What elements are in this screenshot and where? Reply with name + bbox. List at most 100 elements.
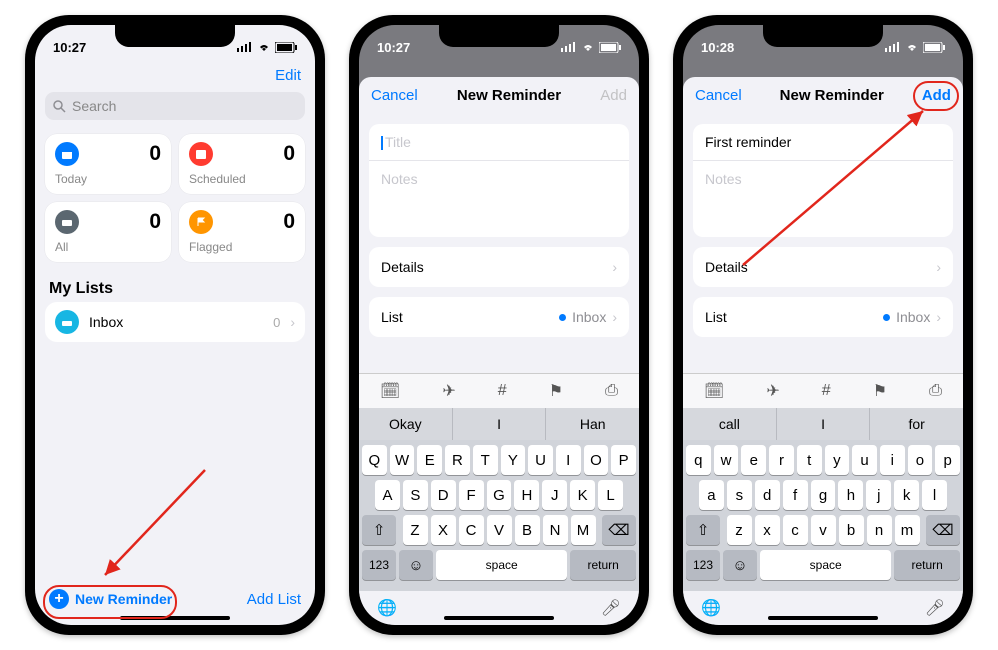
key-w[interactable]: W	[390, 445, 415, 475]
suggestion-3[interactable]: Han	[546, 408, 639, 440]
key-c[interactable]: C	[459, 515, 484, 545]
key-i[interactable]: I	[556, 445, 581, 475]
home-indicator[interactable]	[120, 616, 230, 620]
key-b[interactable]: b	[839, 515, 864, 545]
key-h[interactable]: H	[514, 480, 539, 510]
key-v[interactable]: V	[487, 515, 512, 545]
key-s[interactable]: s	[727, 480, 752, 510]
new-reminder-button[interactable]: + New Reminder	[49, 589, 172, 609]
key-v[interactable]: v	[811, 515, 836, 545]
key-a[interactable]: A	[375, 480, 400, 510]
key-j[interactable]: J	[542, 480, 567, 510]
key-l[interactable]: L	[598, 480, 623, 510]
suggestion-3[interactable]: for	[870, 408, 963, 440]
flag-tool-icon[interactable]: ⚑	[873, 381, 887, 401]
cancel-button[interactable]: Cancel	[371, 87, 418, 104]
title-field[interactable]: First reminder	[693, 124, 953, 160]
key-x[interactable]: X	[431, 515, 456, 545]
title-field[interactable]: Title	[369, 124, 629, 160]
dictation-key[interactable]: 🎤︎	[925, 598, 945, 618]
photo-tool-icon[interactable]: ⎙	[605, 382, 618, 400]
backspace-key[interactable]: ⌫	[602, 515, 636, 545]
emoji-key[interactable]: ☺	[399, 550, 433, 580]
key-k[interactable]: K	[570, 480, 595, 510]
key-t[interactable]: t	[797, 445, 822, 475]
key-o[interactable]: o	[908, 445, 933, 475]
key-w[interactable]: w	[714, 445, 739, 475]
space-key[interactable]: space	[436, 550, 567, 580]
calendar-tool-icon[interactable]: 🗓︎	[704, 381, 724, 401]
dictation-key[interactable]: 🎤︎	[601, 598, 621, 618]
scheduled-card[interactable]: 0 Scheduled	[179, 134, 305, 194]
numbers-key[interactable]: 123	[686, 550, 720, 580]
key-x[interactable]: x	[755, 515, 780, 545]
key-l[interactable]: l	[922, 480, 947, 510]
key-q[interactable]: Q	[362, 445, 387, 475]
notes-field[interactable]: Notes	[693, 160, 953, 197]
key-j[interactable]: j	[866, 480, 891, 510]
return-key[interactable]: return	[894, 550, 960, 580]
search-input[interactable]: Search	[45, 92, 305, 120]
space-key[interactable]: space	[760, 550, 891, 580]
inbox-list-row[interactable]: Inbox 0 ›	[45, 302, 305, 342]
calendar-tool-icon[interactable]: 🗓︎	[380, 381, 400, 401]
shift-key[interactable]: ⇧	[362, 515, 396, 545]
key-s[interactable]: S	[403, 480, 428, 510]
edit-button[interactable]: Edit	[275, 67, 301, 84]
key-b[interactable]: B	[515, 515, 540, 545]
key-p[interactable]: P	[611, 445, 636, 475]
suggestion-1[interactable]: Okay	[359, 408, 453, 440]
key-f[interactable]: f	[783, 480, 808, 510]
details-row[interactable]: Details›	[369, 247, 629, 287]
key-g[interactable]: g	[811, 480, 836, 510]
key-f[interactable]: F	[459, 480, 484, 510]
list-row[interactable]: ListInbox›	[369, 297, 629, 337]
key-y[interactable]: y	[825, 445, 850, 475]
key-d[interactable]: D	[431, 480, 456, 510]
key-r[interactable]: R	[445, 445, 470, 475]
flag-tool-icon[interactable]: ⚑	[549, 381, 563, 401]
key-y[interactable]: Y	[501, 445, 526, 475]
notes-field[interactable]: Notes	[369, 160, 629, 197]
home-indicator[interactable]	[768, 616, 878, 620]
key-k[interactable]: k	[894, 480, 919, 510]
key-p[interactable]: p	[935, 445, 960, 475]
add-button[interactable]: Add	[600, 87, 627, 104]
suggestion-2[interactable]: I	[777, 408, 871, 440]
suggestion-2[interactable]: I	[453, 408, 547, 440]
key-u[interactable]: U	[528, 445, 553, 475]
key-e[interactable]: E	[417, 445, 442, 475]
tag-tool-icon[interactable]: #	[822, 382, 831, 400]
list-row[interactable]: ListInbox›	[693, 297, 953, 337]
globe-key[interactable]: 🌐	[701, 598, 721, 618]
key-d[interactable]: d	[755, 480, 780, 510]
emoji-key[interactable]: ☺	[723, 550, 757, 580]
all-card[interactable]: 0 All	[45, 202, 171, 262]
location-tool-icon[interactable]: ✈︎	[442, 381, 455, 401]
tag-tool-icon[interactable]: #	[498, 382, 507, 400]
key-m[interactable]: m	[895, 515, 920, 545]
key-e[interactable]: e	[741, 445, 766, 475]
key-u[interactable]: u	[852, 445, 877, 475]
key-i[interactable]: i	[880, 445, 905, 475]
key-r[interactable]: r	[769, 445, 794, 475]
key-a[interactable]: a	[699, 480, 724, 510]
key-c[interactable]: c	[783, 515, 808, 545]
details-row[interactable]: Details›	[693, 247, 953, 287]
today-card[interactable]: 0 Today	[45, 134, 171, 194]
key-q[interactable]: q	[686, 445, 711, 475]
key-m[interactable]: M	[571, 515, 596, 545]
add-list-button[interactable]: Add List	[247, 591, 301, 608]
key-h[interactable]: h	[838, 480, 863, 510]
backspace-key[interactable]: ⌫	[926, 515, 960, 545]
suggestion-1[interactable]: call	[683, 408, 777, 440]
location-tool-icon[interactable]: ✈︎	[766, 381, 779, 401]
key-g[interactable]: G	[487, 480, 512, 510]
key-n[interactable]: N	[543, 515, 568, 545]
home-indicator[interactable]	[444, 616, 554, 620]
shift-key[interactable]: ⇧	[686, 515, 720, 545]
photo-tool-icon[interactable]: ⎙	[929, 382, 942, 400]
key-n[interactable]: n	[867, 515, 892, 545]
return-key[interactable]: return	[570, 550, 636, 580]
key-o[interactable]: O	[584, 445, 609, 475]
